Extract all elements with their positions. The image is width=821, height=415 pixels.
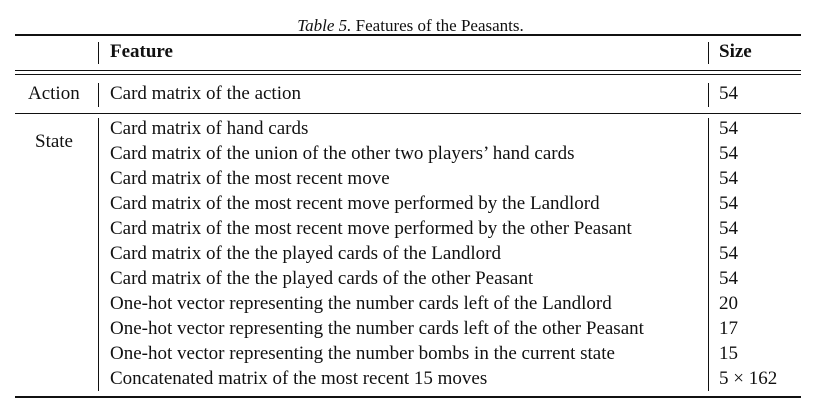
header-size: Size [719, 41, 752, 62]
state-row-feature: Card matrix of hand cards [110, 118, 309, 139]
state-row-feature: Card matrix of the most recent move [110, 168, 390, 189]
state-row-feature: One-hot vector representing the number b… [110, 343, 615, 364]
header-rule-lower [15, 74, 801, 75]
state-row-feature: Card matrix of the most recent move perf… [110, 218, 632, 239]
state-divider-right [708, 118, 709, 391]
action-divider-left [98, 83, 99, 107]
state-row-feature: One-hot vector representing the number c… [110, 293, 612, 314]
state-row-size: 54 [719, 268, 738, 289]
state-row-size: 54 [719, 143, 738, 164]
table-title: Features of the Peasants. [351, 16, 524, 35]
state-row-feature: Concatenated matrix of the most recent 1… [110, 368, 488, 389]
state-row-size: 54 [719, 243, 738, 264]
state-row-size: 20 [719, 293, 738, 314]
state-label: State [35, 131, 73, 152]
state-row-feature: One-hot vector representing the number c… [110, 318, 644, 339]
header-divider-right [708, 42, 709, 64]
action-feature: Card matrix of the action [110, 83, 301, 104]
state-row-feature: Card matrix of the most recent move perf… [110, 193, 600, 214]
state-row-size: 15 [719, 343, 738, 364]
state-row-size: 54 [719, 168, 738, 189]
state-row-feature: Card matrix of the the played cards of t… [110, 243, 501, 264]
header-divider-left [98, 42, 99, 64]
table-caption: Table 5. Features of the Peasants. [0, 16, 821, 36]
state-row-feature: Card matrix of the the played cards of t… [110, 268, 534, 289]
state-row-size: 54 [719, 218, 738, 239]
state-row-size: 54 [719, 118, 738, 139]
state-divider-left [98, 118, 99, 391]
action-label: Action [28, 83, 80, 104]
bottom-rule [15, 396, 801, 398]
action-divider-right [708, 83, 709, 107]
state-row-size: 5 × 162 [719, 368, 778, 389]
header-rule-upper [15, 70, 801, 71]
action-rule [15, 113, 801, 114]
table-number: Table 5. [297, 16, 352, 35]
state-row-feature: Card matrix of the union of the other tw… [110, 143, 575, 164]
header-feature: Feature [110, 41, 173, 62]
top-rule [15, 34, 801, 36]
state-row-size: 17 [719, 318, 738, 339]
action-size: 54 [719, 83, 738, 104]
state-row-size: 54 [719, 193, 738, 214]
